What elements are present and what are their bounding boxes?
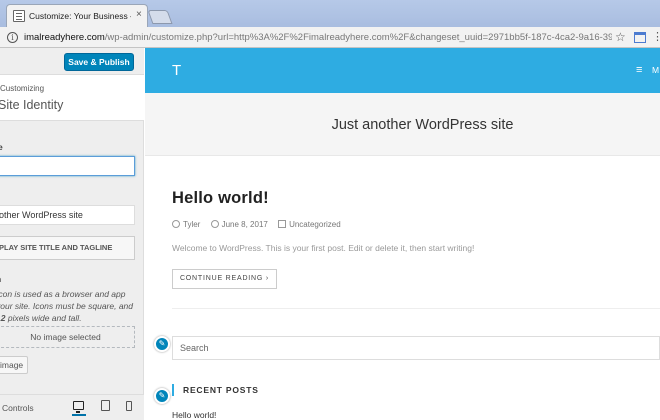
site-preview: T ≡ M Just another WordPress site Hello … [145, 48, 660, 420]
site-title-label: e [0, 142, 3, 152]
widget-accent-bar [172, 384, 174, 396]
url-field[interactable]: imalreadyhere.com/wp-admin/customize.php… [24, 31, 612, 44]
post-category[interactable]: Uncategorized [289, 220, 341, 229]
browser-tab-bar: Customize: Your Business – Ju × [0, 0, 660, 27]
site-icon-description: Icon is used as a browser and app your si… [0, 288, 136, 324]
save-publish-button[interactable]: Save & Publish [64, 53, 134, 71]
info-icon[interactable]: i [7, 32, 18, 43]
description-size: 12 [0, 313, 6, 323]
description-line-2: your site. Icons must be square, and [0, 301, 134, 311]
site-header: T ≡ M [145, 48, 660, 93]
display-title-tagline-button[interactable]: PLAY SITE TITLE AND TAGLINE [0, 236, 135, 260]
post-date[interactable]: June 8, 2017 [222, 220, 268, 229]
url-host: imalreadyhere.com [24, 32, 105, 43]
active-device-indicator [72, 414, 86, 416]
continue-reading-button[interactable]: CONTINUE READING › [172, 269, 277, 289]
select-image-button[interactable]: image [0, 356, 28, 374]
tablet-preview-icon[interactable] [101, 400, 110, 411]
folder-icon [278, 220, 287, 228]
site-logo[interactable]: T [172, 62, 181, 80]
clock-icon [210, 220, 219, 228]
recent-post-link[interactable]: Hello world! [172, 410, 216, 420]
post-title[interactable]: Hello world! [172, 188, 269, 208]
tab-title: Customize: Your Business – Ju [29, 11, 131, 21]
post-meta: Tyler June 8, 2017 Uncategorized [172, 220, 341, 230]
search-input[interactable]: Search [172, 336, 660, 360]
new-tab-button[interactable] [147, 10, 173, 24]
site-icon-label: n [0, 274, 1, 285]
site-title-input[interactable] [0, 156, 135, 176]
description-line-3: pixels wide and tall. [7, 313, 82, 323]
desktop-preview-icon[interactable] [73, 401, 84, 413]
customizing-label: Customizing [0, 84, 45, 93]
address-bar: i imalreadyhere.com/wp-admin/customize.p… [0, 27, 660, 48]
page-favicon-icon [13, 10, 25, 22]
section-title: Site Identity [0, 98, 64, 112]
customizer-panel: Save & Publish Customizing Site Identity… [0, 48, 144, 420]
tab-close-icon[interactable]: × [136, 9, 142, 21]
tagline-band: Just another WordPress site [145, 93, 660, 156]
tagline-input[interactable]: other WordPress site [0, 205, 135, 225]
customizer-footer: Controls [0, 394, 144, 420]
description-line-1: Icon is used as a browser and app [0, 289, 126, 299]
author-icon [172, 220, 180, 228]
recent-posts-title: RECENT POSTS [183, 385, 259, 395]
browser-menu-icon[interactable]: ⋮ [652, 31, 660, 44]
menu-label[interactable]: M [652, 64, 659, 76]
extension-icon[interactable] [634, 32, 646, 43]
post-author[interactable]: Tyler [183, 220, 200, 229]
mobile-preview-icon[interactable] [126, 401, 132, 411]
edit-shortcut-pencil-icon[interactable]: ✎ [154, 336, 170, 352]
section-header: Customizing Site Identity [0, 75, 144, 121]
browser-tab[interactable]: Customize: Your Business – Ju × [6, 4, 148, 27]
hide-controls-label[interactable]: Controls [2, 403, 34, 414]
hamburger-menu-icon[interactable]: ≡ [636, 64, 642, 76]
divider [172, 308, 660, 309]
image-placeholder: No image selected [0, 326, 135, 348]
site-tagline: Just another WordPress site [331, 117, 514, 133]
edit-shortcut-pencil-icon[interactable]: ✎ [154, 388, 170, 404]
url-path: /wp-admin/customize.php?url=http%3A%2F%2… [104, 32, 612, 43]
customizer-header: Save & Publish [0, 48, 144, 75]
bookmark-star-icon[interactable]: ☆ [615, 30, 626, 44]
post-excerpt: Welcome to WordPress. This is your first… [172, 243, 475, 253]
